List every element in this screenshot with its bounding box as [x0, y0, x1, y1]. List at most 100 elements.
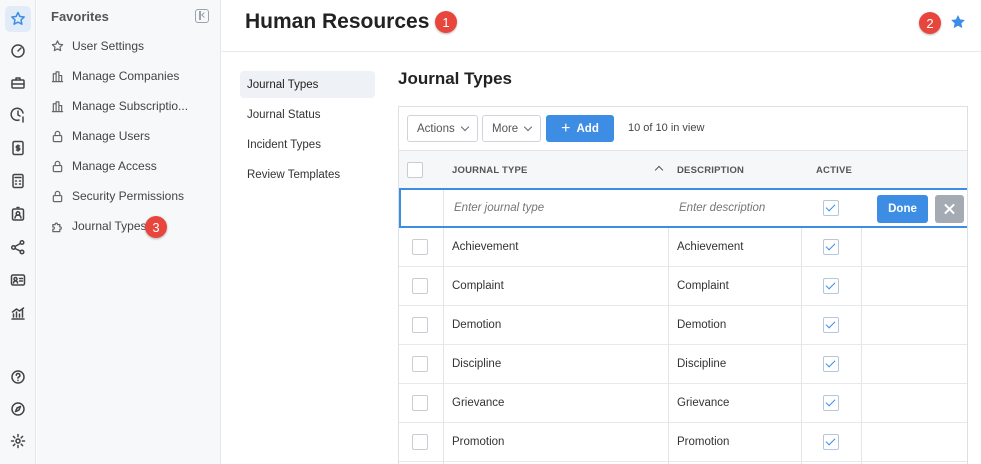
analytics-chart-icon[interactable] [5, 300, 31, 326]
favorite-item-manage-users[interactable]: Manage Users [51, 126, 150, 146]
favorite-item-label: Manage Access [72, 159, 157, 173]
row-select-checkbox[interactable] [412, 278, 428, 294]
section-title: Journal Types [398, 69, 512, 88]
journal-type-cell: Achievement [452, 241, 519, 253]
favorite-item-label: Journal Types [72, 219, 147, 233]
subnav-incident-types[interactable]: Incident Types [240, 131, 375, 158]
subnav-journal-status[interactable]: Journal Status [240, 101, 375, 128]
actions-dropdown[interactable]: Actions [407, 115, 478, 142]
table-row[interactable]: Complaint Complaint [399, 267, 967, 306]
journal-type-cell: Promotion [452, 436, 505, 448]
row-select-checkbox[interactable] [412, 356, 428, 372]
done-button[interactable]: Done [877, 195, 928, 223]
select-all-checkbox[interactable] [407, 162, 423, 178]
annotation-badge-3: 3 [145, 216, 167, 238]
description-cell: Complaint [677, 280, 729, 292]
lock-icon [52, 160, 63, 172]
sort-ascending-icon[interactable] [654, 165, 664, 175]
annotation-badge-1: 1 [435, 11, 457, 33]
cancel-close-icon[interactable] [935, 195, 964, 223]
table-row[interactable]: Promotion Promotion [399, 423, 967, 462]
new-record-row: Done [399, 188, 967, 228]
table-header: JOURNAL TYPE DESCRIPTION ACTIVE [399, 150, 967, 189]
active-checkbox[interactable] [823, 434, 839, 450]
favorite-item-security-permissions[interactable]: Security Permissions [51, 186, 184, 206]
more-dropdown[interactable]: More [482, 115, 542, 142]
compass-icon[interactable] [5, 396, 31, 422]
favorite-star-icon[interactable] [950, 14, 966, 30]
header-divider [222, 51, 981, 52]
briefcase-icon[interactable] [5, 70, 31, 96]
star-outline-icon [51, 39, 64, 51]
description-input[interactable] [671, 190, 801, 226]
add-label: Add [576, 122, 599, 135]
column-journal-type[interactable]: JOURNAL TYPE [452, 151, 528, 189]
help-circle-icon[interactable] [5, 364, 31, 390]
favorite-item-manage-access[interactable]: Manage Access [51, 156, 157, 176]
more-label: More [492, 122, 519, 135]
favorite-item-label: User Settings [72, 39, 145, 53]
description-cell: Achievement [677, 241, 744, 253]
chevron-down-icon [523, 122, 533, 132]
calculator-icon[interactable] [5, 168, 31, 194]
dashboard-gauge-icon[interactable] [5, 38, 31, 64]
active-checkbox[interactable] [823, 278, 839, 294]
table-row[interactable]: Demotion Demotion [399, 306, 967, 345]
lock-icon [52, 190, 63, 202]
icon-rail [0, 0, 36, 464]
row-select-checkbox[interactable] [412, 317, 428, 333]
favorites-panel: Favorites User Settings Manage Companies… [37, 0, 221, 464]
app-window: Favorites User Settings Manage Companies… [0, 0, 981, 464]
chevron-down-icon [460, 122, 469, 132]
description-cell: Demotion [677, 319, 727, 331]
active-checkbox[interactable] [823, 317, 839, 333]
column-description[interactable]: DESCRIPTION [677, 151, 744, 189]
table-row[interactable]: Grievance Grievance [399, 384, 967, 423]
add-button[interactable]: + Add [546, 115, 614, 142]
table-row[interactable]: Achievement Achievement [399, 228, 967, 267]
description-cell: Discipline [677, 358, 727, 370]
collapse-panel-icon[interactable] [195, 9, 209, 23]
active-checkbox[interactable] [823, 200, 839, 216]
favorites-title: Favorites [51, 9, 109, 24]
journal-type-cell: Complaint [452, 280, 504, 292]
active-checkbox[interactable] [823, 356, 839, 372]
network-share-icon[interactable] [5, 234, 31, 260]
row-select-checkbox[interactable] [412, 395, 428, 411]
annotation-badge-2: 2 [919, 12, 941, 34]
building-icon [51, 70, 64, 82]
active-checkbox[interactable] [823, 395, 839, 411]
column-active[interactable]: ACTIVE [816, 151, 852, 189]
journal-type-cell: Discipline [452, 358, 502, 370]
actions-label: Actions [417, 122, 455, 135]
lock-icon [52, 130, 63, 142]
subnav-journal-types[interactable]: Journal Types [240, 71, 375, 98]
row-select-checkbox[interactable] [412, 239, 428, 255]
favorite-item-user-settings[interactable]: User Settings [51, 36, 144, 56]
favorite-item-manage-companies[interactable]: Manage Companies [51, 66, 179, 86]
description-cell: Promotion [677, 436, 730, 448]
puzzle-icon [52, 222, 62, 232]
record-count: 10 of 10 in view [628, 122, 705, 134]
journal-types-grid: Actions More + Add 10 of 10 in view JOUR… [398, 106, 968, 464]
favorites-star-icon[interactable] [5, 6, 31, 32]
column-divider [443, 190, 444, 226]
id-badge-icon[interactable] [5, 201, 31, 227]
building-icon [51, 100, 64, 112]
time-money-icon[interactable] [5, 102, 31, 128]
favorite-item-journal-types[interactable]: Journal Types [51, 216, 147, 236]
row-select-checkbox[interactable] [412, 434, 428, 450]
contact-card-icon[interactable] [5, 267, 31, 293]
subnav-review-templates[interactable]: Review Templates [240, 161, 375, 188]
journal-type-cell: Demotion [452, 319, 502, 331]
journal-type-input[interactable] [446, 190, 666, 226]
favorite-item-label: Manage Companies [72, 69, 180, 83]
favorite-item-label: Security Permissions [72, 189, 185, 203]
plus-icon: + [561, 119, 571, 137]
table-row[interactable]: Discipline Discipline [399, 345, 967, 384]
journal-type-cell: Grievance [452, 397, 505, 409]
settings-gear-icon[interactable] [5, 428, 31, 454]
dollar-document-icon[interactable] [5, 135, 31, 161]
active-checkbox[interactable] [823, 239, 839, 255]
favorite-item-manage-subscriptions[interactable]: Manage Subscriptio... [51, 96, 188, 116]
